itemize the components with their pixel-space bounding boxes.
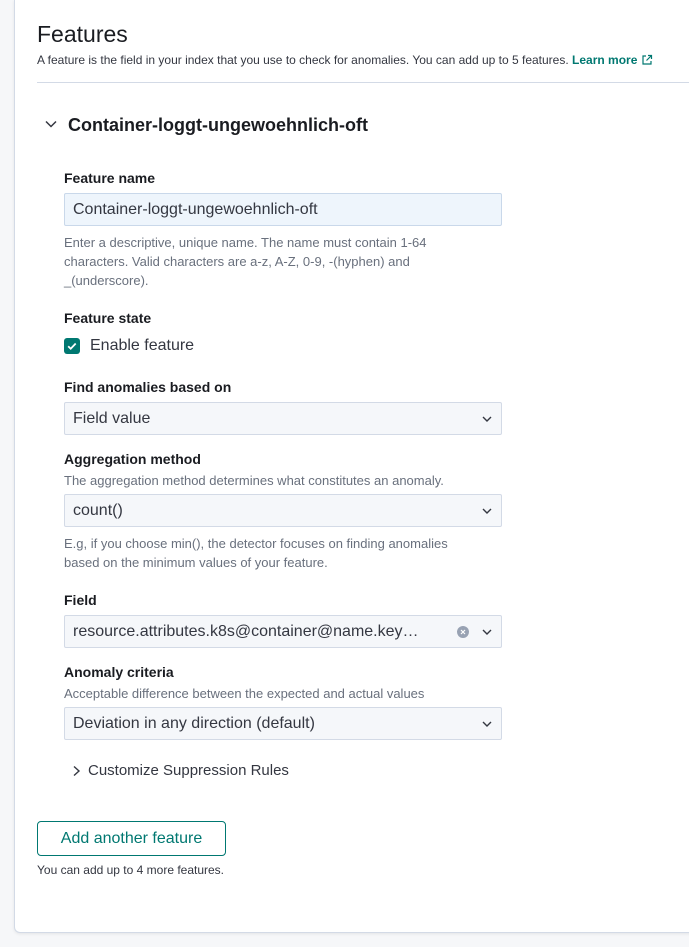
chevron-down-icon (482, 721, 492, 727)
aggregation-method-value: count() (73, 502, 123, 519)
clear-icon[interactable] (457, 625, 469, 638)
enable-feature-checkbox[interactable] (64, 338, 80, 354)
anomaly-criteria-help: Acceptable difference between the expect… (64, 686, 425, 701)
aggregation-method-label: Aggregation method (64, 451, 201, 467)
field-combobox[interactable]: resource.attributes.k8s@container@name.k… (64, 615, 502, 648)
chevron-right-icon[interactable] (70, 764, 82, 778)
help-line: _(underscore). (64, 273, 149, 288)
find-anomalies-select[interactable]: Field value (64, 402, 502, 435)
feature-name-input[interactable]: Container-loggt-ungewoehnlich-oft (64, 193, 502, 226)
chevron-down-icon[interactable] (44, 117, 58, 131)
add-another-feature-button[interactable]: Add another feature (37, 821, 226, 856)
chevron-down-icon[interactable] (481, 626, 493, 638)
section-title: Features (37, 21, 128, 47)
feature-name-help: Enter a descriptive, unique name. The na… (64, 233, 427, 290)
external-link-icon (642, 54, 653, 65)
aggregation-example-help: E.g, if you choose min(), the detector f… (64, 534, 448, 572)
enable-feature-label[interactable]: Enable feature (90, 337, 194, 355)
help-line: based on the minimum values of your feat… (64, 555, 328, 570)
section-description-text: A feature is the field in your index tha… (37, 53, 569, 67)
help-line: Enter a descriptive, unique name. The na… (64, 235, 427, 250)
anomaly-criteria-label: Anomaly criteria (64, 664, 174, 680)
learn-more-link[interactable]: Learn more (572, 53, 653, 67)
feature-state-label: Feature state (64, 310, 152, 326)
aggregation-method-select[interactable]: count() (64, 494, 502, 527)
feature-accordion-title[interactable]: Container-loggt-ungewoehnlich-oft (68, 115, 368, 136)
field-label: Field (64, 592, 97, 608)
divider (37, 82, 689, 83)
close-icon (460, 629, 466, 634)
help-line: characters. Valid characters are a-z, A-… (64, 254, 410, 269)
checkmark-icon (67, 342, 77, 350)
field-value: resource.attributes.k8s@container@name.k… (73, 623, 419, 640)
section-description: A feature is the field in your index tha… (37, 53, 653, 67)
learn-more-label[interactable]: Learn more (572, 53, 637, 67)
help-line: E.g, if you choose min(), the detector f… (64, 536, 448, 551)
aggregation-method-help: The aggregation method determines what c… (64, 473, 444, 488)
chevron-down-icon (482, 416, 492, 422)
feature-name-label: Feature name (64, 170, 156, 186)
anomaly-criteria-value: Deviation in any direction (default) (73, 715, 315, 732)
find-anomalies-value: Field value (73, 410, 151, 427)
customize-suppression-rules-toggle[interactable]: Customize Suppression Rules (88, 762, 289, 779)
find-anomalies-label: Find anomalies based on (64, 379, 232, 395)
anomaly-criteria-select[interactable]: Deviation in any direction (default) (64, 707, 502, 740)
add-feature-help: You can add up to 4 more features. (37, 863, 225, 877)
chevron-down-icon (482, 508, 492, 514)
